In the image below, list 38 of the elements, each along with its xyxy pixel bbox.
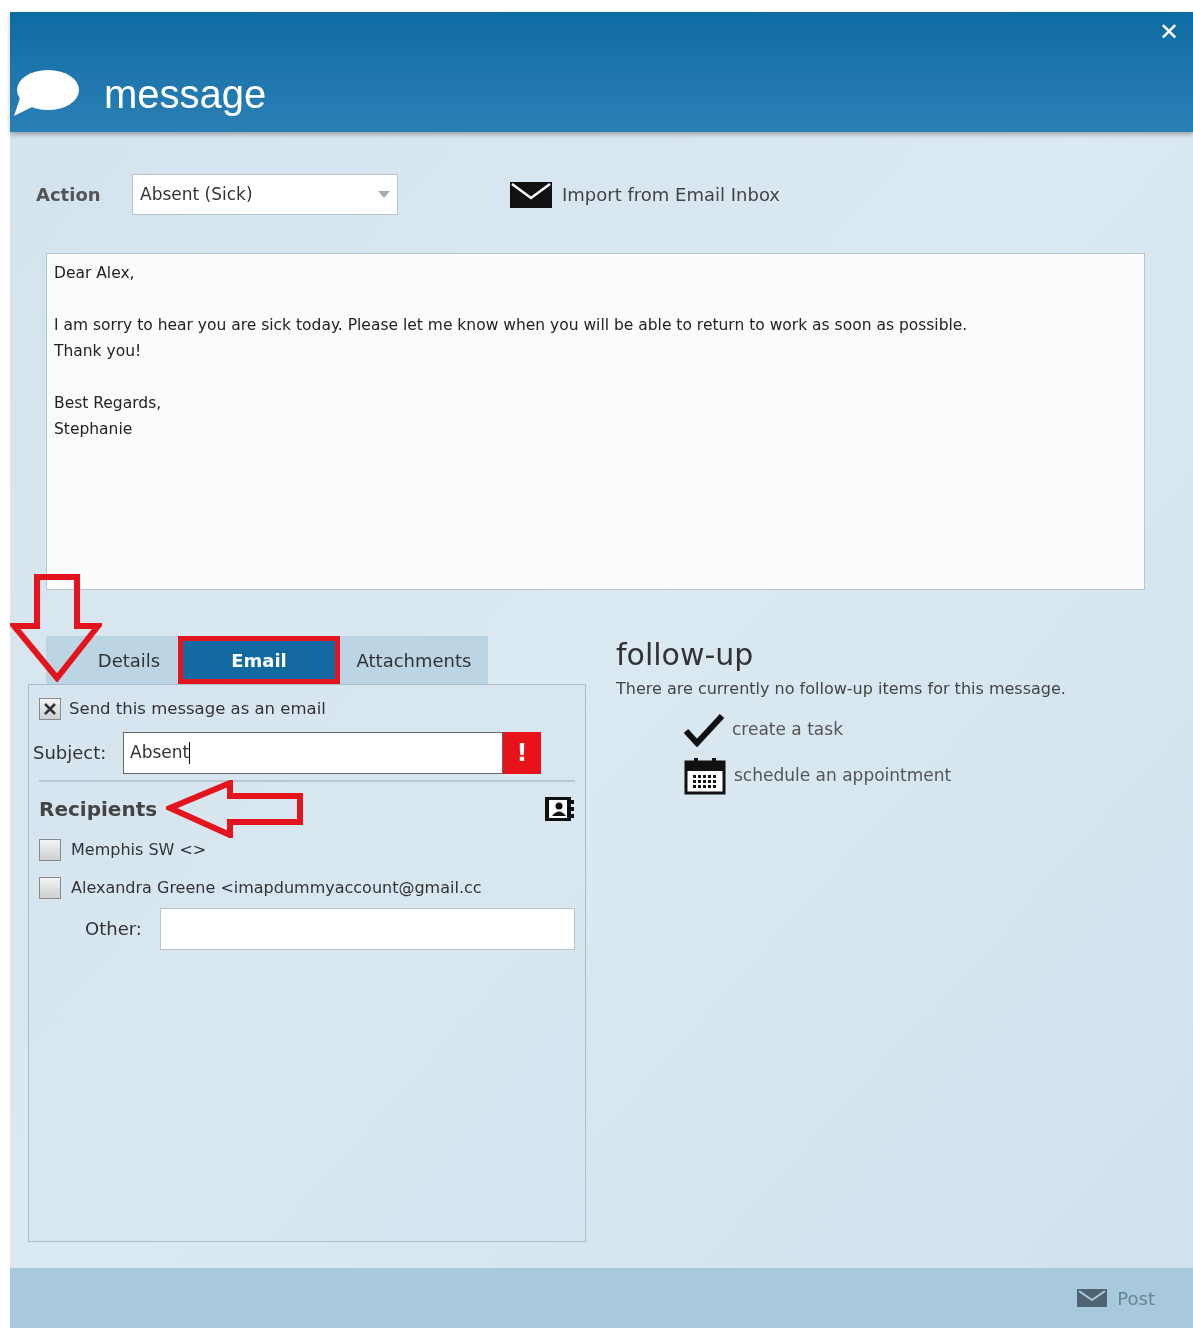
- envelope-icon: [1077, 1289, 1108, 1307]
- other-field[interactable]: [160, 907, 575, 950]
- follow-up-link[interactable]: schedule an appointment: [684, 757, 1096, 795]
- recipient-label: Memphis SW <>: [71, 838, 207, 861]
- address-book-icon[interactable]: [543, 794, 575, 823]
- tab[interactable]: Attachments: [340, 636, 488, 684]
- import-email-link[interactable]: Import from Email Inbox: [510, 181, 780, 208]
- checkbox[interactable]: [39, 698, 61, 721]
- message-line: Dear Alex,: [54, 263, 136, 284]
- message-line: Best Regards,: [54, 393, 163, 414]
- other-label: Other:: [85, 917, 143, 942]
- recipients-heading: Recipients: [39, 795, 158, 823]
- message-body-field[interactable]: Dear Alex, I am sorry to hear you are sick today. Please let me know when you will be able to return to work as soon as possible. Thank you! Best Regards, Stephanie: [46, 253, 1145, 590]
- follow-up-heading: follow-up: [616, 636, 755, 674]
- envelope-icon: [510, 181, 552, 208]
- calendar-icon: [684, 757, 726, 795]
- checkbox[interactable]: [39, 876, 61, 899]
- subject-label: Subject:: [33, 741, 108, 766]
- speech-bubble-icon: [12, 68, 80, 118]
- message-line: Thank you!: [54, 341, 143, 362]
- message-line: Stephanie: [54, 419, 134, 440]
- checkbox-label: Send this message as an email: [69, 698, 326, 720]
- checkmark-icon: [684, 713, 724, 747]
- window-title: message: [104, 71, 267, 118]
- tab[interactable]: Details: [46, 636, 178, 684]
- message-line: I am sorry to hear you are sick today. Please let me know when you will be able to return to work as soon as possible.: [54, 315, 969, 336]
- x-mark-icon: [44, 703, 56, 716]
- subject-field[interactable]: Absent: [123, 731, 503, 774]
- follow-up-text: There are currently no follow-up items for this message.: [616, 678, 1067, 700]
- dropdown-caret-icon: [378, 191, 390, 198]
- error-badge: !: [503, 731, 541, 774]
- follow-up-link[interactable]: create a task: [684, 713, 1096, 747]
- action-label: Action: [36, 183, 102, 207]
- close-button[interactable]: ✕: [1158, 20, 1179, 44]
- checkbox[interactable]: [39, 838, 61, 861]
- tab[interactable]: Email: [178, 636, 340, 684]
- recipient-label: Alexandra Greene <imapdummyaccount@gmail.cc: [71, 876, 482, 899]
- action-dropdown[interactable]: Absent (Sick): [132, 174, 398, 215]
